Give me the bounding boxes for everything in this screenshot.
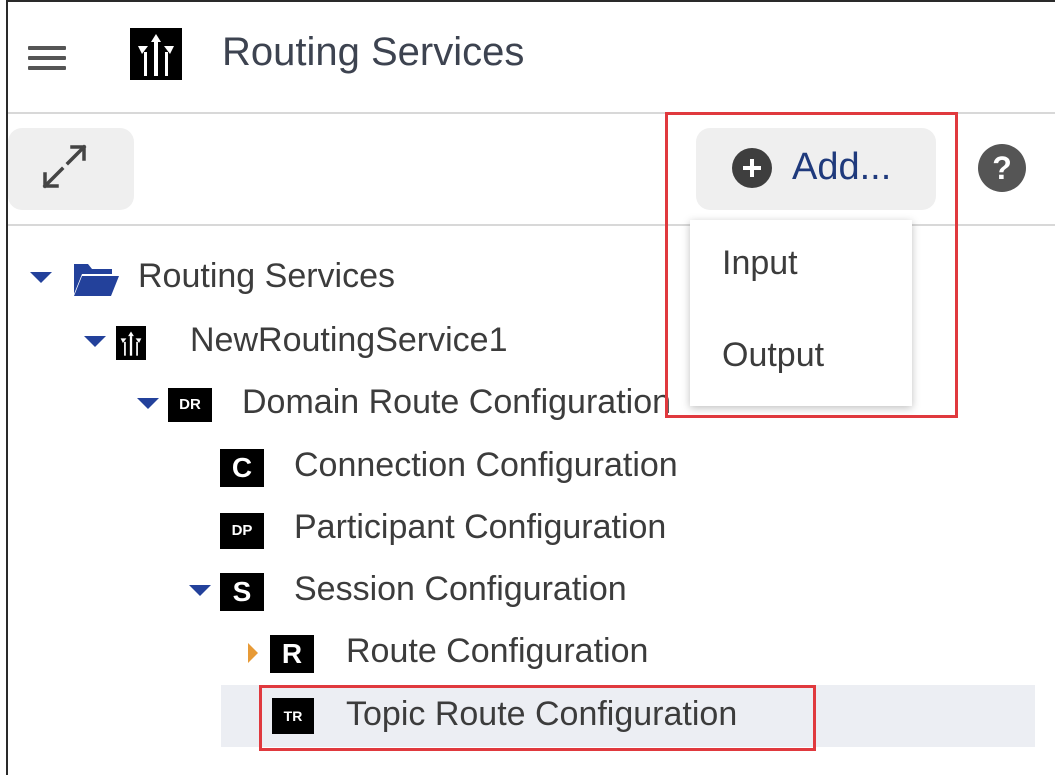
tree-item-label: NewRoutingService1 bbox=[190, 321, 508, 359]
participant-badge-icon: DP bbox=[220, 513, 264, 549]
header-divider bbox=[8, 112, 1055, 114]
expand-arrow-icon[interactable] bbox=[84, 336, 106, 347]
folder-open-icon bbox=[74, 264, 119, 296]
app-title: Routing Services bbox=[222, 30, 525, 74]
add-dropdown-menu: Input Output bbox=[690, 220, 912, 406]
tree-item-label: Session Configuration bbox=[294, 570, 627, 608]
collapse-arrow-icon[interactable] bbox=[248, 643, 258, 663]
add-button-label: Add... bbox=[792, 146, 892, 188]
app-header: Routing Services bbox=[8, 2, 1055, 112]
expand-arrow-icon[interactable] bbox=[137, 398, 159, 409]
tree-item-label: Route Configuration bbox=[346, 632, 649, 670]
menu-item-input[interactable]: Input bbox=[690, 220, 912, 308]
menu-item-label: Output bbox=[722, 336, 825, 374]
topic-route-badge-icon: TR bbox=[272, 698, 314, 734]
menu-item-label: Input bbox=[722, 244, 798, 282]
add-button[interactable]: Add... bbox=[696, 128, 936, 210]
plus-circle-icon bbox=[732, 148, 772, 188]
connection-badge-icon: C bbox=[220, 449, 264, 487]
tree-item-label: Topic Route Configuration bbox=[346, 695, 738, 733]
tree-item-label: Participant Configuration bbox=[294, 508, 667, 546]
route-badge-icon: R bbox=[270, 635, 314, 673]
domain-route-badge-icon: DR bbox=[168, 388, 212, 422]
tree-item-label: Connection Configuration bbox=[294, 446, 678, 484]
expand-arrows-icon bbox=[42, 144, 87, 189]
tree-item-label: Domain Route Configuration bbox=[242, 383, 672, 421]
hamburger-menu-icon[interactable] bbox=[28, 44, 68, 72]
expand-button[interactable] bbox=[8, 128, 134, 210]
expand-arrow-icon[interactable] bbox=[189, 585, 211, 596]
help-circle-icon[interactable]: ? bbox=[978, 144, 1026, 192]
expand-arrow-icon[interactable] bbox=[30, 272, 52, 283]
tree-item-label: Routing Services bbox=[138, 257, 396, 295]
routing-service-icon bbox=[116, 326, 146, 360]
session-badge-icon: S bbox=[220, 573, 264, 611]
routing-service-icon bbox=[130, 28, 182, 80]
menu-item-output[interactable]: Output bbox=[690, 312, 912, 400]
